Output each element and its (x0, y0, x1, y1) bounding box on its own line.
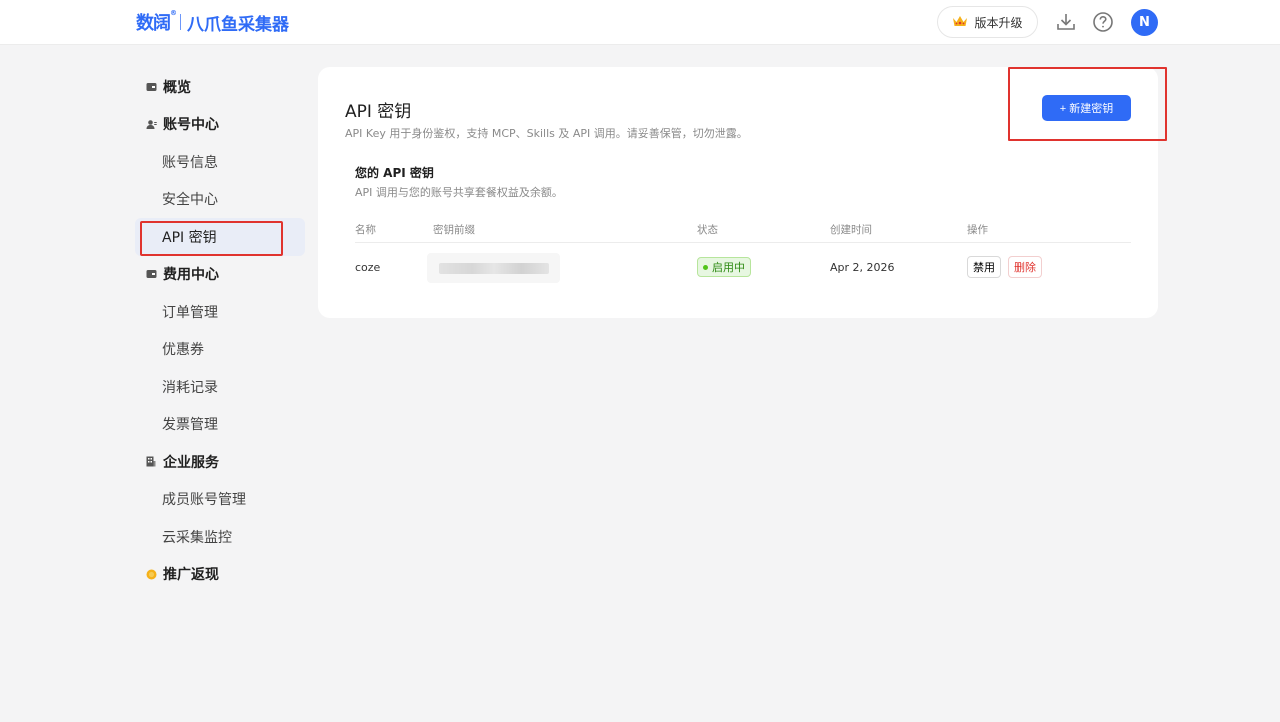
logo[interactable]: 数阔 ® 八爪鱼采集器 (136, 9, 289, 35)
sidebar-group-label: 概览 (163, 79, 191, 96)
sidebar-group-label: 推广返现 (163, 567, 219, 584)
download-icon[interactable] (1055, 11, 1077, 33)
sidebar-group-label: 企业服务 (163, 454, 219, 471)
sidebar-item-label: API 密钥 (162, 229, 217, 246)
sidebar-group-referral[interactable]: 推广返现 (135, 556, 305, 594)
sidebar-item-account-info[interactable]: 账号信息 (135, 143, 305, 181)
sidebar-item-label: 安全中心 (162, 192, 218, 209)
sidebar-item-label: 消耗记录 (162, 379, 218, 396)
user-icon (145, 118, 157, 130)
logo-mark: 数阔 ® (136, 9, 177, 34)
sidebar-item-security[interactable]: 安全中心 (135, 181, 305, 219)
building-icon (145, 456, 157, 468)
api-keys-card: API 密钥 API Key 用于身份鉴权，支持 MCP、Skills 及 AP… (318, 67, 1167, 318)
crown-icon (952, 14, 968, 31)
column-header-actions: 操作 (967, 224, 988, 236)
upgrade-label: 版本升级 (974, 15, 1023, 30)
user-avatar[interactable]: N (1131, 9, 1158, 36)
status-label: 启用中 (712, 261, 745, 274)
disable-button[interactable]: 禁用 (967, 256, 1001, 278)
sidebar-group-enterprise[interactable]: 企业服务 (135, 443, 305, 481)
key-prefix (427, 253, 560, 283)
sidebar-group-label: 费用中心 (163, 267, 219, 284)
wallet-icon (145, 268, 157, 280)
sidebar-item-label: 成员账号管理 (162, 492, 246, 509)
sidebar-item-orders[interactable]: 订单管理 (135, 293, 305, 331)
sidebar-item-label: 订单管理 (162, 304, 218, 321)
help-icon[interactable] (1092, 11, 1114, 33)
section-title: 您的 API 密钥 (355, 166, 434, 180)
sidebar-item-coupons[interactable]: 优惠券 (135, 331, 305, 369)
top-bar: 数阔 ® 八爪鱼采集器 版本升级 N (0, 0, 1280, 45)
column-header-prefix: 密钥前缀 (433, 224, 475, 236)
sidebar-item-cloud-monitor[interactable]: 云采集监控 (135, 518, 305, 556)
section-description: API 调用与您的账号共享套餐权益及余额。 (355, 186, 563, 199)
table-header-divider (355, 242, 1131, 243)
logo-divider (180, 14, 181, 30)
sidebar-group-overview[interactable]: 概览 (135, 68, 305, 106)
sidebar-item-invoices[interactable]: 发票管理 (135, 406, 305, 444)
sidebar-item-members[interactable]: 成员账号管理 (135, 481, 305, 519)
column-header-created: 创建时间 (830, 224, 872, 236)
page-title: API 密钥 (345, 102, 412, 122)
status-dot-icon (703, 264, 708, 270)
coin-icon (145, 568, 157, 580)
sidebar-item-api-keys[interactable]: API 密钥 (135, 218, 305, 256)
sidebar-item-label: 优惠券 (162, 342, 204, 359)
column-header-status: 状态 (697, 224, 718, 236)
sidebar-group-account[interactable]: 账号中心 (135, 106, 305, 144)
delete-button[interactable]: 删除 (1008, 256, 1042, 278)
column-header-name: 名称 (355, 224, 376, 236)
created-date: Apr 2, 2026 (830, 261, 895, 274)
sidebar-item-label: 账号信息 (162, 154, 218, 171)
upgrade-button[interactable]: 版本升级 (937, 6, 1038, 38)
sidebar-group-billing[interactable]: 费用中心 (135, 256, 305, 294)
app-name: 八爪鱼采集器 (187, 14, 289, 35)
sidebar-group-label: 账号中心 (163, 117, 219, 134)
sidebar-item-consumption[interactable]: 消耗记录 (135, 368, 305, 406)
sidebar-item-label: 云采集监控 (162, 529, 232, 546)
key-prefix-masked (439, 263, 549, 274)
status-badge: 启用中 (697, 257, 751, 277)
wallet-icon (145, 81, 157, 93)
sidebar: 概览 账号中心 账号信息 安全中心 API 密钥 费用中心 订单管理 优惠券 消… (135, 68, 305, 593)
page-description: API Key 用于身份鉴权，支持 MCP、Skills 及 API 调用。请妥… (345, 127, 748, 140)
sidebar-item-label: 发票管理 (162, 417, 218, 434)
highlight-box (1008, 67, 1167, 141)
key-name: coze (355, 261, 381, 274)
